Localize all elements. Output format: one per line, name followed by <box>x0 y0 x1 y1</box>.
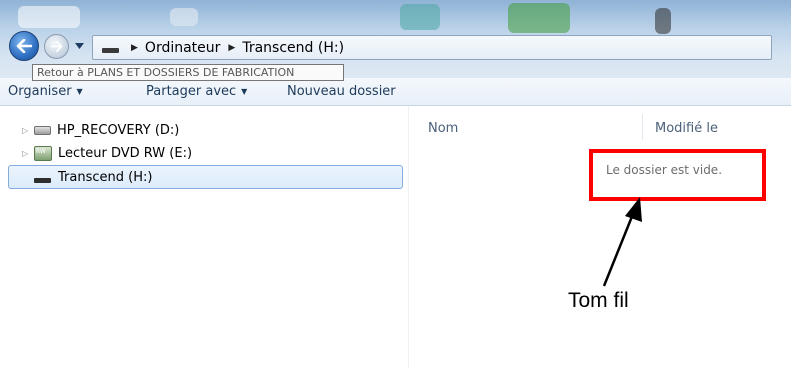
forward-button[interactable] <box>44 34 69 59</box>
blurred-background <box>170 8 198 26</box>
blurred-background <box>400 4 440 30</box>
new-folder-label: Nouveau dossier <box>287 84 396 99</box>
dvd-drive-icon <box>34 145 52 161</box>
sidebar-item-label: HP_RECOVERY (D:) <box>57 122 180 138</box>
blurred-background <box>655 8 671 34</box>
sidebar-item-transcend[interactable]: Transcend (H:) <box>34 167 152 187</box>
organize-button[interactable]: Organiser ▼ <box>8 84 83 99</box>
usb-drive-icon <box>34 177 51 183</box>
recent-pages-button[interactable] <box>73 40 85 52</box>
share-with-button[interactable]: Partager avec ▼ <box>146 84 247 99</box>
sidebar-item-label: Lecteur DVD RW (E:) <box>58 145 193 161</box>
address-bar[interactable]: ▶ Ordinateur ▶ Transcend (H:) <box>92 35 772 60</box>
blurred-background <box>508 3 570 33</box>
blurred-background <box>18 6 80 28</box>
command-bar: Organiser ▼ Partager avec ▼ Nouveau dossie… <box>0 78 791 106</box>
annotation-highlight-box <box>589 149 766 201</box>
usb-drive-icon <box>102 48 119 53</box>
back-arrow-icon <box>16 39 32 53</box>
hard-drive-icon <box>34 125 51 135</box>
column-header-modified[interactable]: Modifié le <box>655 121 718 136</box>
sidebar-item-dvd-drive[interactable]: Lecteur DVD RW (E:) <box>34 143 192 163</box>
share-with-label: Partager avec <box>146 84 237 99</box>
pane-divider[interactable] <box>408 106 409 368</box>
navigation-pane: ▷ HP_RECOVERY (D:) ▷ Lecteur DVD RW (E:)… <box>0 106 408 368</box>
chevron-down-icon: ▼ <box>241 87 248 96</box>
organize-label: Organiser <box>8 84 72 99</box>
breadcrumb-chevron-icon[interactable]: ▶ <box>131 43 138 53</box>
sidebar-item-hp-recovery[interactable]: HP_RECOVERY (D:) <box>34 120 179 140</box>
expand-arrow-icon[interactable]: ▷ <box>22 149 28 158</box>
expand-arrow-icon[interactable]: ▷ <box>22 126 28 135</box>
sidebar-item-label: Transcend (H:) <box>58 169 153 185</box>
chevron-down-icon: ▼ <box>76 87 83 96</box>
back-button[interactable] <box>9 31 39 61</box>
annotation-label: Tom fil <box>568 289 629 312</box>
breadcrumb-computer[interactable]: Ordinateur <box>145 40 221 56</box>
annotation-arrow <box>602 197 642 287</box>
column-divider[interactable] <box>642 114 643 140</box>
new-folder-button[interactable]: Nouveau dossier <box>287 84 396 99</box>
breadcrumb-chevron-icon[interactable]: ▶ <box>228 43 235 53</box>
back-tooltip: Retour à PLANS ET DOSSIERS DE FABRICATIO… <box>32 64 344 81</box>
column-header-name[interactable]: Nom <box>428 121 458 136</box>
chevron-down-icon <box>74 43 84 49</box>
breadcrumb-transcend[interactable]: Transcend (H:) <box>242 40 344 56</box>
forward-arrow-icon <box>50 41 62 52</box>
